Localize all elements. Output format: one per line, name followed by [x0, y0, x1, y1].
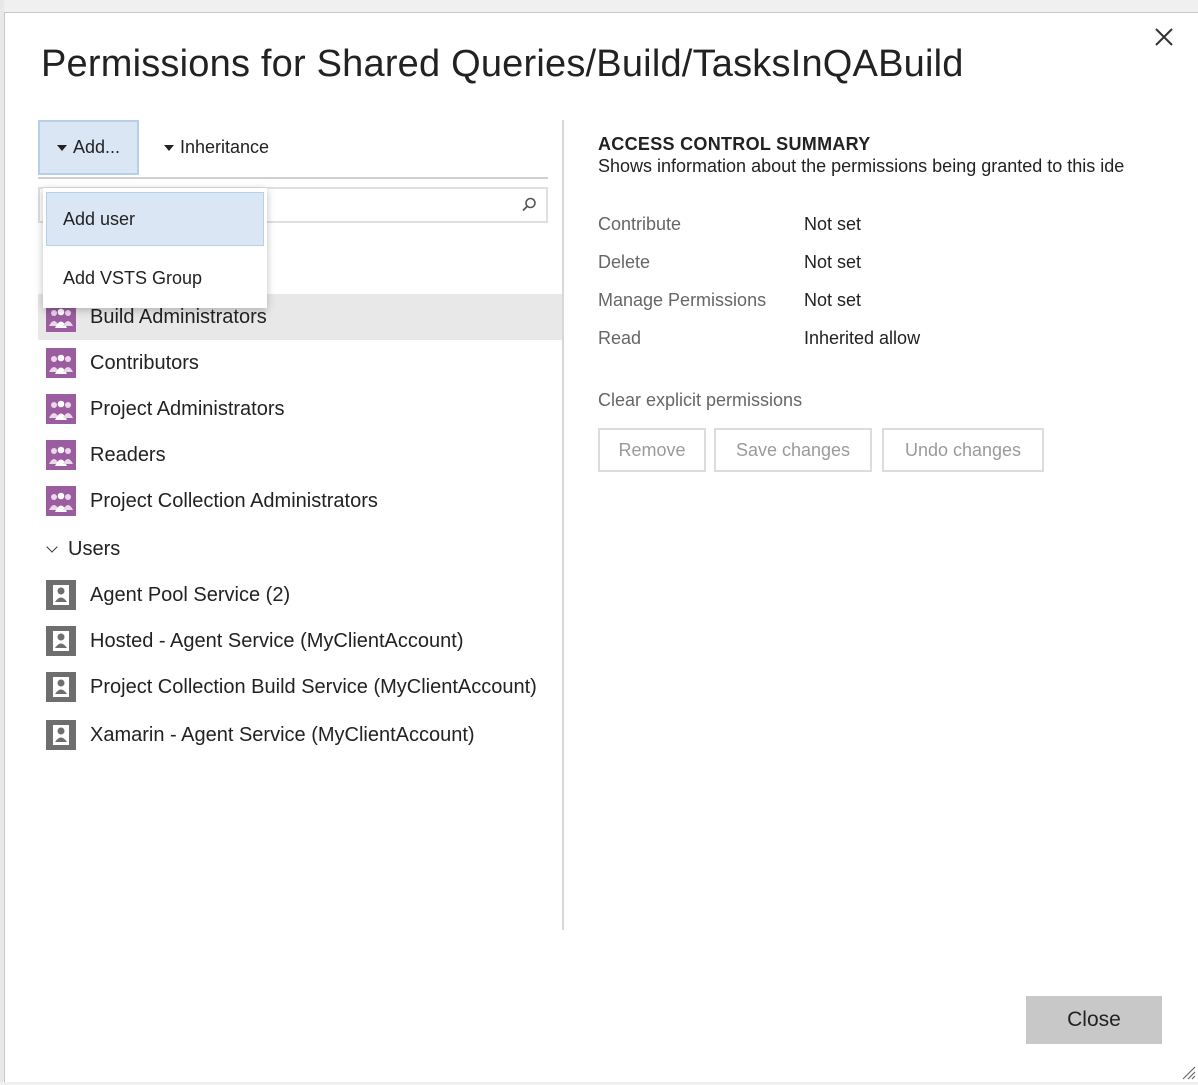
- users-section-label: Users: [68, 537, 121, 560]
- resize-grip-icon[interactable]: [1180, 1064, 1196, 1080]
- group-icon: [46, 440, 76, 470]
- group-label: Build Administrators: [90, 305, 267, 328]
- permission-name: Manage Permissions: [598, 290, 767, 310]
- user-icon: [46, 672, 76, 702]
- group-row-project-collection-administrators[interactable]: Project Collection Administrators: [38, 478, 563, 524]
- permission-value[interactable]: Not set: [804, 290, 861, 311]
- group-label: Project Administrators: [90, 397, 285, 420]
- user-icon: [46, 580, 76, 610]
- pane-divider[interactable]: [562, 120, 564, 930]
- user-label: Agent Pool Service (2): [90, 583, 291, 606]
- summary-title: ACCESS CONTROL SUMMARY: [598, 134, 871, 154]
- group-icon: [46, 486, 76, 516]
- menu-item-add-vsts-group[interactable]: Add VSTS Group: [43, 250, 267, 306]
- inheritance-button-label: Inheritance: [180, 137, 270, 157]
- inheritance-button[interactable]: Inheritance: [164, 120, 269, 175]
- caret-down-icon: [164, 144, 174, 151]
- group-row-readers[interactable]: Readers: [38, 432, 563, 478]
- undo-changes-button[interactable]: Undo changes: [882, 428, 1044, 472]
- clear-explicit-permissions-link[interactable]: Clear explicit permissions: [598, 390, 802, 411]
- group-row-project-administrators[interactable]: Project Administrators: [38, 386, 563, 432]
- remove-button[interactable]: Remove: [598, 428, 706, 472]
- group-label: Readers: [90, 443, 166, 466]
- caret-down-icon: [56, 144, 67, 151]
- permission-name: Read: [598, 328, 642, 348]
- save-changes-button[interactable]: Save changes: [714, 428, 872, 472]
- user-icon: [46, 720, 76, 750]
- user-row-project-collection-build-service[interactable]: Project Collection Build Service (MyClie…: [38, 664, 563, 710]
- permission-name: Contribute: [598, 214, 682, 234]
- group-icon: [46, 394, 76, 424]
- permission-value[interactable]: Inherited allow: [804, 328, 920, 349]
- summary-subtitle: Shows information about the permissions …: [598, 156, 1125, 176]
- user-label: Xamarin - Agent Service (MyClientAccount…: [90, 723, 475, 746]
- permission-row-read: Read Inherited allow: [598, 328, 1158, 358]
- user-label: Project Collection Build Service (MyClie…: [90, 675, 537, 698]
- permission-value[interactable]: Not set: [804, 214, 861, 235]
- group-icon: [46, 348, 76, 378]
- permission-row-contribute: Contribute Not set: [598, 214, 1158, 244]
- close-icon[interactable]: [1152, 25, 1176, 49]
- close-button[interactable]: Close: [1026, 996, 1162, 1044]
- group-row-contributors[interactable]: Contributors: [38, 340, 563, 386]
- user-label: Hosted - Agent Service (MyClientAccount): [90, 629, 464, 652]
- group-label: Project Collection Administrators: [90, 489, 378, 512]
- permission-value[interactable]: Not set: [804, 252, 861, 273]
- user-icon: [46, 626, 76, 656]
- add-button[interactable]: Add...: [38, 120, 139, 175]
- user-row-xamarin-agent-service[interactable]: Xamarin - Agent Service (MyClientAccount…: [38, 712, 563, 758]
- permission-row-manage-permissions: Manage Permissions Not set: [598, 290, 1158, 320]
- user-row-hosted-agent-service[interactable]: Hosted - Agent Service (MyClientAccount): [38, 618, 563, 664]
- dialog-title: Permissions for Shared Queries/Build/Tas…: [41, 43, 964, 85]
- identity-toolbar: Add... Inheritance: [38, 120, 548, 179]
- users-section-header[interactable]: Users: [46, 534, 121, 564]
- chevron-down-icon: [46, 541, 58, 553]
- search-icon[interactable]: [520, 196, 538, 214]
- permission-name: Delete: [598, 252, 651, 272]
- group-label: Contributors: [90, 351, 199, 374]
- add-menu: Add user Add VSTS Group: [43, 188, 267, 308]
- user-row-agent-pool-service[interactable]: Agent Pool Service (2): [38, 572, 563, 618]
- menu-item-add-user[interactable]: Add user: [46, 192, 264, 246]
- permission-row-delete: Delete Not set: [598, 252, 1158, 282]
- add-button-label: Add...: [72, 137, 121, 157]
